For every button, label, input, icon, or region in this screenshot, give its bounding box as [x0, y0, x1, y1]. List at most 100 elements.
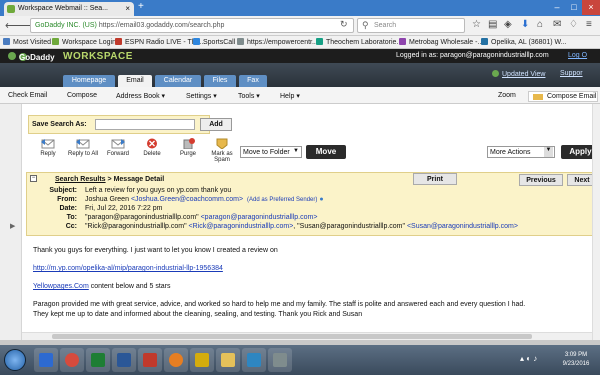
- system-tray[interactable]: ▴ ◐ ♪: [520, 354, 537, 363]
- cc-email-link[interactable]: <Susan@paragonindustrialllp.com>: [407, 223, 518, 230]
- tab-files[interactable]: Files: [204, 75, 236, 87]
- tab-calendar[interactable]: Calendar: [155, 75, 201, 87]
- bookmark-icon: [193, 38, 200, 45]
- maximize-icon[interactable]: □: [565, 0, 583, 15]
- subject-value: Left a review for you guys on yp.com tha…: [85, 187, 232, 194]
- reply-all-button[interactable]: Reply to All: [64, 138, 102, 157]
- add-preferred-sender-link[interactable]: (Add as Preferred Sender): [247, 197, 317, 203]
- taskbar-explorer-icon[interactable]: [216, 348, 240, 372]
- yellowpages-link[interactable]: Yellowpages.Com: [33, 283, 89, 290]
- pocket-icon[interactable]: ◈: [504, 19, 512, 30]
- star-icon[interactable]: ☆: [472, 19, 481, 30]
- reload-icon[interactable]: ↻: [340, 19, 348, 30]
- tab-fax[interactable]: Fax: [239, 75, 267, 87]
- start-button[interactable]: [4, 349, 26, 371]
- yp-review-link[interactable]: http://m.yp.com/opelika-al/mip/paragon-i…: [33, 265, 223, 272]
- menu-address-book[interactable]: Address Book ▾: [116, 92, 165, 100]
- bookmark-item[interactable]: Theochem Laboratorie...: [316, 38, 402, 46]
- browser-search-input[interactable]: ⚲ Search: [357, 18, 465, 33]
- message-body-line: Paragon provided me with great service, …: [33, 301, 526, 308]
- move-button[interactable]: Move: [306, 145, 346, 159]
- browser-nav-bar: ⟵ ⟶ GoDaddy INC. (US) https://email03.go…: [0, 16, 600, 36]
- bookmark-item[interactable]: https://empowercentr...: [237, 38, 318, 46]
- taskbar-excel-icon[interactable]: [86, 348, 110, 372]
- date-label: Date:: [59, 205, 77, 212]
- compose-icon: [533, 94, 543, 100]
- zoom-button[interactable]: Zoom: [498, 92, 516, 99]
- vertical-scrollbar[interactable]: [592, 104, 600, 340]
- cc-email-link[interactable]: <Rick@paragonindustrialllp.com>: [189, 223, 294, 230]
- more-actions-select[interactable]: More Actions ▼: [487, 146, 555, 158]
- save-search-input[interactable]: [95, 119, 195, 130]
- to-email-link[interactable]: <paragon@paragonindustrialllp.com>: [201, 214, 318, 221]
- previous-button[interactable]: Previous: [519, 174, 563, 186]
- taskbar-calculator-icon[interactable]: [268, 348, 292, 372]
- delete-button[interactable]: Delete: [140, 138, 164, 157]
- chevron-down-icon: ▼: [293, 148, 299, 154]
- search-results-link[interactable]: Search Results: [55, 176, 106, 183]
- mark-spam-button[interactable]: Mark as Spam: [208, 138, 236, 163]
- compose-message-button[interactable]: Compose Email: [528, 91, 598, 102]
- taskbar-chrome-icon[interactable]: [60, 348, 84, 372]
- reply-button[interactable]: Reply: [37, 138, 59, 157]
- folder-icon: [221, 353, 235, 367]
- tab-homepage[interactable]: Homepage: [63, 75, 115, 87]
- taskbar-outlook-icon[interactable]: [242, 348, 266, 372]
- extension-icon[interactable]: ♢: [569, 19, 578, 30]
- hamburger-menu-icon[interactable]: ≡: [586, 19, 592, 30]
- close-tab-icon[interactable]: ×: [125, 4, 130, 13]
- tab-title: Workspace Webmail :: Sea...: [18, 5, 108, 12]
- horizontal-scrollbar[interactable]: [22, 332, 592, 340]
- chat-icon[interactable]: ✉: [553, 19, 561, 30]
- reader-icon[interactable]: ▤: [488, 19, 497, 30]
- updated-view-link[interactable]: Updated View: [492, 70, 545, 78]
- logout-link[interactable]: Log O: [568, 52, 587, 59]
- bookmark-item[interactable]: SportsCall: [193, 38, 235, 46]
- home-icon[interactable]: ⌂: [537, 19, 543, 30]
- print-button[interactable]: Print: [413, 173, 457, 185]
- taskbar-media-icon[interactable]: [34, 348, 58, 372]
- collapse-header-icon[interactable]: −: [30, 175, 37, 182]
- from-value: Joshua Green <Joshua.Green@coachcomm.com…: [85, 196, 324, 203]
- site-identity: GoDaddy INC. (US): [35, 22, 97, 29]
- taskbar-clock[interactable]: 3:09 PM 9/23/2016: [556, 351, 596, 369]
- forward-button[interactable]: Forward: [103, 138, 133, 157]
- bookmark-item[interactable]: ESPN Radio LIVE - The...: [115, 38, 205, 46]
- menu-compose[interactable]: Compose: [67, 92, 97, 99]
- scrollbar-thumb[interactable]: [52, 334, 532, 339]
- move-to-folder-select[interactable]: Move to Folder ▼: [240, 146, 302, 158]
- message-header: − Search Results > Message Detail Print …: [26, 172, 597, 236]
- support-link[interactable]: Suppor: [560, 70, 583, 77]
- menu-help[interactable]: Help ▾: [280, 92, 300, 100]
- menu-settings[interactable]: Settings ▾: [186, 92, 217, 100]
- add-button[interactable]: Add: [200, 118, 232, 131]
- from-email-link[interactable]: <Joshua.Green@coachcomm.com>: [131, 196, 243, 203]
- bookmark-item[interactable]: Workspace Login: [52, 38, 116, 46]
- minimize-icon[interactable]: –: [548, 0, 566, 15]
- tab-email[interactable]: Email: [118, 75, 152, 87]
- bookmark-icon: [3, 38, 10, 45]
- bookmark-item[interactable]: Opelika, AL (36801) W...: [481, 38, 567, 46]
- menu-tools[interactable]: Tools ▾: [238, 92, 260, 100]
- taskbar-acrobat-icon[interactable]: [138, 348, 162, 372]
- new-tab-icon[interactable]: +: [138, 1, 144, 12]
- browser-tab[interactable]: Workspace Webmail :: Sea... ×: [4, 2, 134, 16]
- bookmark-item[interactable]: Metrobag Wholesale -...: [399, 38, 483, 46]
- expand-pane-icon[interactable]: ▶: [10, 222, 15, 230]
- bookmark-item[interactable]: Most Visited: [3, 38, 51, 46]
- url-bar[interactable]: GoDaddy INC. (US) https://email03.godadd…: [30, 18, 354, 33]
- window-close-icon[interactable]: ×: [582, 0, 600, 15]
- spam-icon: [216, 138, 228, 149]
- menu-check-email[interactable]: Check Email: [8, 92, 47, 99]
- godaddy-logo[interactable]: GoDaddy: [8, 52, 55, 62]
- purge-button[interactable]: Purge: [176, 138, 200, 157]
- taskbar-paint-icon[interactable]: [190, 348, 214, 372]
- download-icon[interactable]: ⬇: [521, 19, 529, 30]
- firefox-icon: [169, 353, 183, 367]
- excel-icon: [91, 353, 105, 367]
- taskbar-word-icon[interactable]: [112, 348, 136, 372]
- help-icon[interactable]: ●: [319, 196, 323, 203]
- search-icon: ⚲: [362, 20, 369, 30]
- taskbar-firefox-icon[interactable]: [164, 348, 188, 372]
- bookmark-icon: [316, 38, 323, 45]
